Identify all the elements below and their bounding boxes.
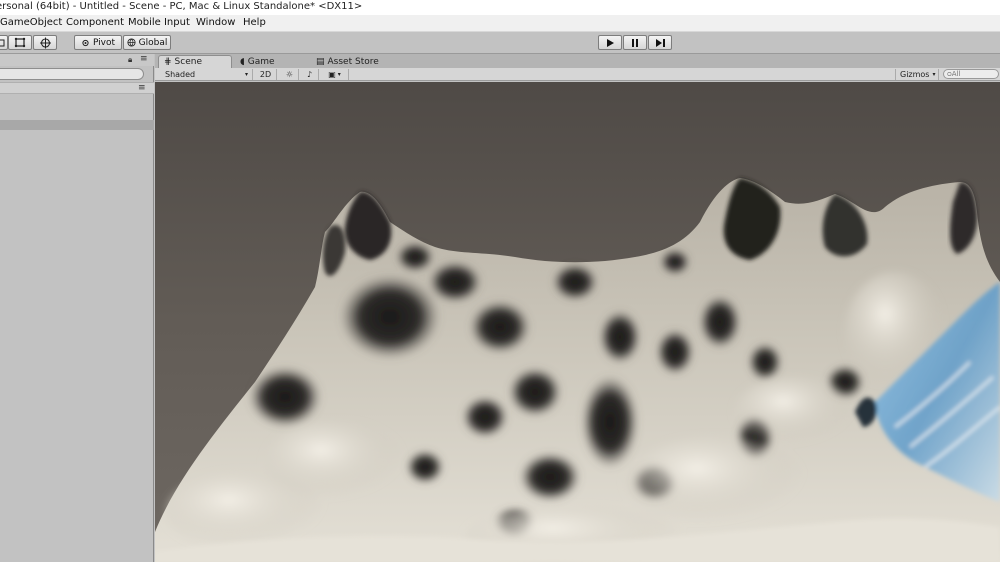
play-button[interactable] [598, 35, 622, 50]
scale-tool-button[interactable] [0, 35, 8, 50]
scene-search-input[interactable]: ᴑAll [943, 69, 999, 79]
hierarchy-search-input[interactable] [0, 68, 144, 80]
menu-help[interactable]: Help [243, 17, 266, 28]
scene-toolbar: Shaded ▾ 2D ☼ ♪ ▣ ▾ Gizmos ▾ ᴑAll [155, 68, 1000, 81]
pivot-label: Pivot [92, 37, 116, 48]
transform-tool-icon [39, 37, 52, 49]
terrain-render [155, 82, 1000, 562]
hierarchy-panel: 🔒︎ ≡ ≡ [0, 54, 154, 562]
tab-asset-store[interactable]: ▤ Asset Store [311, 55, 384, 68]
asset-store-icon: ▤ [316, 56, 325, 67]
title-bar: ersonal (64bit) - Untitled - Scene - PC,… [0, 0, 1000, 15]
lighting-toggle-button[interactable]: ☼ [281, 69, 299, 80]
speaker-icon: ♪ [306, 70, 313, 79]
tab-scene[interactable]: ⋕ Scene [158, 55, 232, 68]
scene-viewport[interactable] [155, 82, 1000, 562]
menu-component[interactable]: Component [66, 17, 124, 28]
window-title: ersonal (64bit) - Untitled - Scene - PC,… [0, 1, 363, 12]
effects-arrow-icon: ▾ [337, 71, 341, 78]
shading-mode-dropdown[interactable]: Shaded ▾ [161, 69, 253, 80]
image-icon: ▣ [328, 70, 336, 79]
main-toolbar: Pivot Global [0, 32, 1000, 54]
scene-search-placeholder: ᴑAll [947, 70, 961, 78]
hierarchy-scene-row[interactable]: ≡ [0, 82, 154, 94]
rect-tool-icon [14, 37, 26, 48]
global-toggle-button[interactable]: Global [123, 35, 171, 50]
audio-toggle-button[interactable]: ♪ [301, 69, 319, 80]
editor-tabs: ⋕ Scene ◖ Game ▤ Asset Store [155, 54, 1000, 68]
pause-icon [630, 38, 640, 48]
hierarchy-divider [0, 120, 154, 130]
play-icon [605, 38, 615, 48]
gizmos-label: Gizmos [900, 70, 930, 79]
menu-gameobject[interactable]: GameObject [0, 17, 62, 28]
rect-tool-button[interactable] [8, 35, 32, 50]
dropdown-arrow-icon: ▾ [244, 71, 248, 78]
global-label: Global [138, 37, 168, 48]
pause-button[interactable] [623, 35, 647, 50]
scale-tool-icon [0, 39, 5, 47]
pivot-toggle-button[interactable]: Pivot [74, 35, 122, 50]
gizmos-dropdown[interactable]: Gizmos ▾ [895, 69, 939, 80]
tab-game-label: Game [247, 56, 275, 67]
transform-tool-button[interactable] [33, 35, 57, 50]
pivot-icon [81, 39, 90, 47]
step-icon [655, 38, 666, 48]
menu-window[interactable]: Window [196, 17, 235, 28]
sun-icon: ☼ [285, 70, 294, 79]
globe-icon [127, 38, 136, 47]
tab-game[interactable]: ◖ Game [235, 55, 280, 68]
lock-icon[interactable]: 🔒︎ [128, 55, 132, 65]
tab-asset-store-label: Asset Store [327, 56, 379, 67]
scene-options-icon[interactable]: ≡ [138, 83, 146, 93]
menu-bar: GameObject Component Mobile Input Window… [0, 15, 1000, 32]
shading-mode-label: Shaded [165, 70, 196, 79]
effects-dropdown[interactable]: ▣ ▾ [321, 69, 349, 80]
scene-grid-icon: ⋕ [164, 57, 172, 67]
2d-label: 2D [259, 70, 272, 79]
gizmos-arrow-icon: ▾ [932, 71, 936, 78]
panel-menu-icon[interactable]: ≡ [140, 54, 148, 64]
game-pacman-icon: ◖ [240, 56, 245, 67]
2d-toggle-button[interactable]: 2D [255, 69, 277, 80]
tab-scene-label: Scene [174, 57, 202, 67]
menu-mobile-input[interactable]: Mobile Input [128, 17, 190, 28]
hierarchy-header: 🔒︎ ≡ [0, 54, 154, 66]
step-button[interactable] [648, 35, 672, 50]
